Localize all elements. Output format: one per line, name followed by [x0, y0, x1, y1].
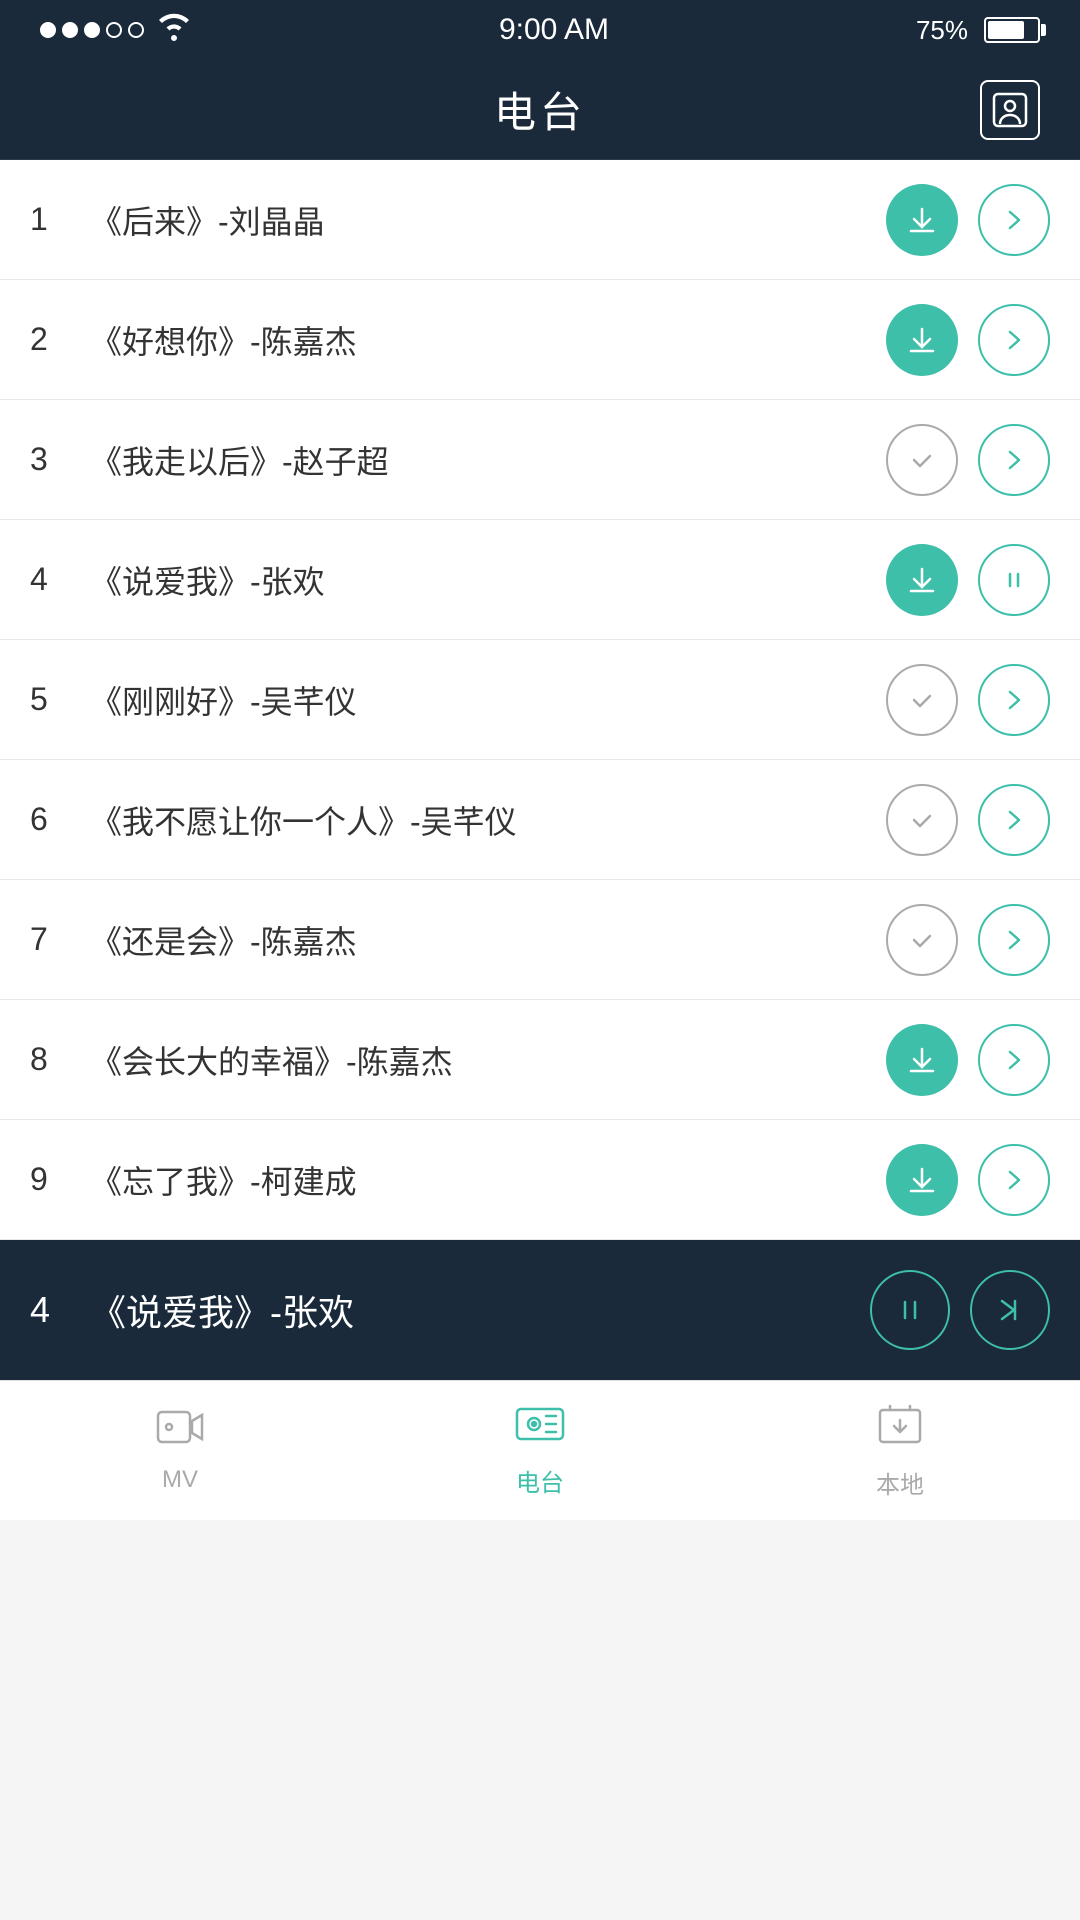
song-title-6: 《我不愿让你一个人》-吴芊仪: [90, 797, 886, 843]
nav-item-radio[interactable]: 电台: [360, 1404, 720, 1498]
download-btn-8[interactable]: [886, 1024, 958, 1096]
battery-icon: [984, 17, 1040, 43]
now-playing-number: 4: [30, 1289, 90, 1331]
song-title-7: 《还是会》-陈嘉杰: [90, 917, 886, 963]
song-actions-8: [886, 1024, 1050, 1096]
nav-item-local[interactable]: 本地: [720, 1402, 1080, 1500]
song-list: 1 《后来》-刘晶晶 2 《好想你》-陈嘉杰 3 《我走以后》-赵子超: [0, 160, 1080, 1240]
song-item-1: 1 《后来》-刘晶晶: [0, 160, 1080, 280]
status-right: 75%: [916, 15, 1040, 46]
now-playing-title: 《说爱我》-张欢: [90, 1284, 870, 1336]
song-actions-1: [886, 184, 1050, 256]
nav-btn-6[interactable]: [978, 784, 1050, 856]
nav-btn-2[interactable]: [978, 304, 1050, 376]
header: 电台: [0, 60, 1080, 160]
song-actions-3: [886, 424, 1050, 496]
song-actions-6: [886, 784, 1050, 856]
download-btn-2[interactable]: [886, 304, 958, 376]
nav-btn-5[interactable]: [978, 664, 1050, 736]
signal-dot-3: [84, 22, 100, 38]
song-number-9: 9: [30, 1161, 90, 1198]
song-title-1: 《后来》-刘晶晶: [90, 197, 886, 243]
song-actions-5: [886, 664, 1050, 736]
signal-dot-2: [62, 22, 78, 38]
song-title-5: 《刚刚好》-吴芊仪: [90, 677, 886, 723]
check-btn-6[interactable]: [886, 784, 958, 856]
signal-dots: [40, 22, 144, 38]
song-title-2: 《好想你》-陈嘉杰: [90, 317, 886, 363]
nav-btn-9[interactable]: [978, 1144, 1050, 1216]
battery-fill: [988, 21, 1024, 39]
bottom-nav: MV 电台 本地: [0, 1380, 1080, 1520]
song-item-2: 2 《好想你》-陈嘉杰: [0, 280, 1080, 400]
now-playing-actions: [870, 1270, 1050, 1350]
radio-label: 电台: [516, 1463, 564, 1498]
pause-btn-4[interactable]: [978, 544, 1050, 616]
signal-dot-1: [40, 22, 56, 38]
download-btn-1[interactable]: [886, 184, 958, 256]
now-playing-pause-btn[interactable]: [870, 1270, 950, 1350]
song-item-5: 5 《刚刚好》-吴芊仪: [0, 640, 1080, 760]
nav-btn-7[interactable]: [978, 904, 1050, 976]
song-item-9: 9 《忘了我》-柯建成: [0, 1120, 1080, 1240]
now-playing-next-btn[interactable]: [970, 1270, 1050, 1350]
local-label: 本地: [876, 1465, 924, 1500]
song-number-4: 4: [30, 561, 90, 598]
battery-percent: 75%: [916, 15, 968, 46]
status-left: [40, 13, 192, 48]
download-btn-4[interactable]: [886, 544, 958, 616]
check-btn-7[interactable]: [886, 904, 958, 976]
song-number-2: 2: [30, 321, 90, 358]
status-bar: 9:00 AM 75%: [0, 0, 1080, 60]
song-number-8: 8: [30, 1041, 90, 1078]
song-number-5: 5: [30, 681, 90, 718]
nav-item-mv[interactable]: MV: [0, 1407, 360, 1494]
song-item-8: 8 《会长大的幸福》-陈嘉杰: [0, 1000, 1080, 1120]
download-btn-9[interactable]: [886, 1144, 958, 1216]
song-title-9: 《忘了我》-柯建成: [90, 1157, 886, 1203]
nav-btn-3[interactable]: [978, 424, 1050, 496]
profile-icon[interactable]: [980, 80, 1040, 140]
song-number-1: 1: [30, 201, 90, 238]
song-number-6: 6: [30, 801, 90, 838]
status-time: 9:00 AM: [499, 13, 609, 47]
song-actions-2: [886, 304, 1050, 376]
check-btn-3[interactable]: [886, 424, 958, 496]
nav-btn-8[interactable]: [978, 1024, 1050, 1096]
song-number-7: 7: [30, 921, 90, 958]
check-btn-5[interactable]: [886, 664, 958, 736]
wifi-icon: [156, 13, 192, 48]
song-title-4: 《说爱我》-张欢: [90, 557, 886, 603]
radio-icon: [514, 1404, 566, 1455]
song-title-3: 《我走以后》-赵子超: [90, 437, 886, 483]
now-playing-bar: 4 《说爱我》-张欢: [0, 1240, 1080, 1380]
nav-btn-1[interactable]: [978, 184, 1050, 256]
song-title-8: 《会长大的幸福》-陈嘉杰: [90, 1037, 886, 1083]
signal-dot-4: [106, 22, 122, 38]
song-item-6: 6 《我不愿让你一个人》-吴芊仪: [0, 760, 1080, 880]
song-item-7: 7 《还是会》-陈嘉杰: [0, 880, 1080, 1000]
page-title: 电台: [494, 79, 586, 140]
song-item-4: 4 《说爱我》-张欢: [0, 520, 1080, 640]
local-icon: [877, 1402, 923, 1457]
mv-icon: [155, 1407, 205, 1458]
song-actions-7: [886, 904, 1050, 976]
song-number-3: 3: [30, 441, 90, 478]
song-item-3: 3 《我走以后》-赵子超: [0, 400, 1080, 520]
song-actions-4: [886, 544, 1050, 616]
signal-dot-5: [128, 22, 144, 38]
mv-label: MV: [162, 1466, 198, 1494]
song-actions-9: [886, 1144, 1050, 1216]
